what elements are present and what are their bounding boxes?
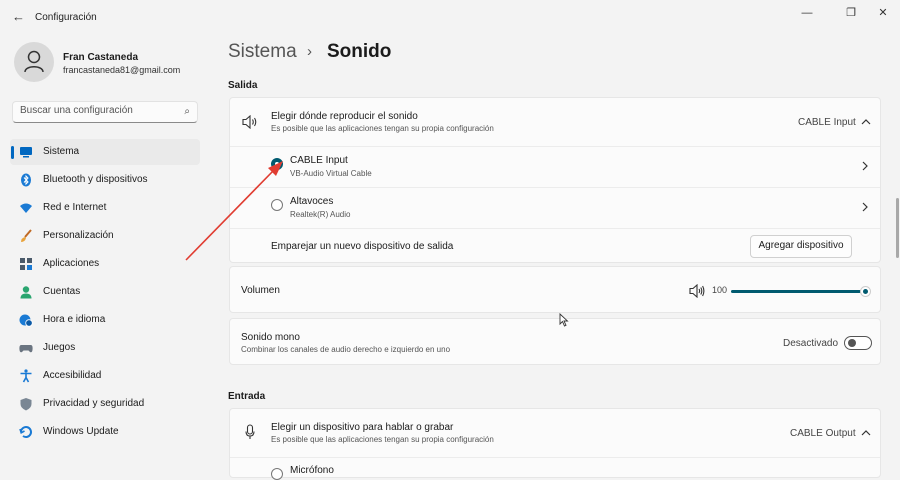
section-label-output: Salida	[228, 80, 258, 91]
device-name: CABLE Input	[290, 155, 348, 166]
person-icon	[24, 50, 44, 73]
slider-track	[731, 290, 861, 293]
add-device-button[interactable]: Agregar dispositivo	[750, 235, 852, 258]
system-icon	[20, 147, 32, 158]
sidebar-item-juegos[interactable]: Juegos	[10, 335, 200, 361]
sidebar-item-label: Juegos	[43, 342, 76, 353]
search-box[interactable]: ⌕	[12, 101, 198, 123]
mouse-cursor-icon	[559, 313, 569, 327]
mono-audio-card: Sonido mono Combinar los canales de audi…	[229, 318, 881, 365]
sidebar-item-windows-update[interactable]: Windows Update	[10, 419, 200, 445]
volume-card: Volumen 100	[229, 266, 881, 313]
choose-input-subtitle: Es posible que las aplicaciones tengan s…	[271, 435, 494, 444]
sidebar-item-label: Aplicaciones	[43, 258, 100, 269]
output-device-altavoces[interactable]: Altavoces Realtek(R) Audio	[230, 188, 880, 228]
device-description: Realtek(R) Audio	[290, 210, 351, 219]
scrollbar-thumb[interactable]	[896, 198, 899, 258]
breadcrumb-separator: ›	[307, 43, 312, 60]
back-arrow-icon[interactable]: ←	[12, 9, 25, 24]
sidebar-item-sistema[interactable]: Sistema	[10, 139, 200, 165]
sidebar-item-hora[interactable]: Hora e idioma	[10, 307, 200, 333]
choose-output-subtitle: Es posible que las aplicaciones tengan s…	[271, 124, 494, 133]
choose-input-title: Elegir un dispositivo para hablar o grab…	[271, 422, 454, 433]
sidebar-item-label: Windows Update	[43, 426, 119, 437]
globe-clock-icon	[19, 314, 33, 327]
sidebar-item-label: Red e Internet	[43, 202, 107, 213]
annotation-arrow-line	[185, 169, 275, 261]
selected-input-value: CABLE Output	[790, 428, 856, 439]
section-label-input: Entrada	[228, 391, 266, 402]
chevron-up-icon[interactable]	[861, 430, 871, 436]
chevron-right-icon[interactable]	[862, 161, 868, 171]
sidebar-item-label: Hora e idioma	[43, 314, 106, 325]
user-name: Fran Castaneda	[63, 52, 139, 63]
sidebar-item-aplicaciones[interactable]: Aplicaciones	[10, 251, 200, 277]
selected-output-value: CABLE Input	[798, 117, 856, 128]
gamepad-icon	[19, 345, 33, 353]
sidebar-item-bluetooth[interactable]: Bluetooth y dispositivos	[10, 167, 200, 193]
sidebar-item-privacidad[interactable]: Privacidad y seguridad	[10, 391, 200, 417]
volume-value: 100	[712, 285, 728, 295]
page-title: Sonido	[327, 41, 392, 62]
sidebar-item-red[interactable]: Red e Internet	[10, 195, 200, 221]
sidebar-item-label: Cuentas	[43, 286, 81, 297]
mono-audio-subtitle: Combinar los canales de audio derecho e …	[241, 345, 451, 354]
sidebar-item-cuentas[interactable]: Cuentas	[10, 279, 200, 305]
minimize-icon[interactable]: —	[797, 5, 817, 21]
brush-icon	[21, 229, 32, 242]
active-indicator	[11, 146, 14, 159]
update-icon	[19, 426, 32, 438]
choose-input-row[interactable]: Elegir un dispositivo para hablar o grab…	[230, 409, 880, 457]
mono-audio-toggle[interactable]	[844, 336, 872, 350]
maximize-icon[interactable]: ❐	[841, 5, 861, 21]
search-icon[interactable]: ⌕	[184, 106, 190, 117]
mono-audio-state: Desactivado	[783, 338, 839, 349]
slider-thumb[interactable]	[860, 286, 871, 297]
user-email: francastaneda81@gmail.com	[63, 65, 181, 75]
sidebar-item-label: Accesibilidad	[43, 370, 102, 381]
microphone-icon	[245, 424, 255, 439]
pair-device-label: Emparejar un nuevo dispositivo de salida	[271, 241, 454, 252]
close-icon[interactable]: ✕	[873, 5, 893, 21]
sidebar-item-label: Bluetooth y dispositivos	[43, 174, 148, 185]
chevron-right-icon[interactable]	[862, 202, 868, 212]
volume-label: Volumen	[241, 285, 280, 296]
breadcrumb-parent[interactable]: Sistema	[228, 41, 297, 63]
sidebar-item-personalizacion[interactable]: Personalización	[10, 223, 200, 249]
speaker-icon	[242, 115, 257, 129]
divider	[230, 228, 880, 229]
choose-output-row[interactable]: Elegir dónde reproducir el sonido Es pos…	[230, 98, 880, 146]
sidebar-item-label: Personalización	[43, 230, 114, 241]
chevron-up-icon[interactable]	[861, 119, 871, 125]
divider	[230, 457, 880, 458]
accessibility-icon	[20, 369, 32, 383]
app-title: Configuración	[35, 12, 97, 23]
output-device-cable-input[interactable]: CABLE Input VB-Audio Virtual Cable	[230, 147, 880, 187]
mono-audio-title: Sonido mono	[241, 332, 300, 343]
apps-icon	[20, 258, 32, 270]
search-input[interactable]	[20, 105, 170, 116]
volume-icon[interactable]	[689, 284, 705, 298]
input-device-card: Elegir un dispositivo para hablar o grab…	[229, 408, 881, 480]
radio-unselected[interactable]	[271, 468, 283, 480]
account-icon	[20, 286, 32, 299]
device-name: Altavoces	[290, 196, 334, 207]
sidebar-item-label: Sistema	[43, 146, 80, 157]
volume-slider[interactable]	[731, 281, 871, 301]
wifi-icon	[20, 203, 32, 213]
choose-output-title: Elegir dónde reproducir el sonido	[271, 111, 418, 122]
avatar[interactable]	[14, 42, 54, 82]
annotation-arrow	[185, 161, 283, 261]
sidebar-item-label: Privacidad y seguridad	[43, 398, 145, 409]
sidebar-item-accesibilidad[interactable]: Accesibilidad	[10, 363, 200, 389]
output-device-card: Elegir dónde reproducir el sonido Es pos…	[229, 97, 881, 263]
device-name: Micrófono	[290, 465, 334, 476]
bluetooth-icon	[21, 173, 31, 187]
device-description: VB-Audio Virtual Cable	[290, 169, 372, 178]
shield-icon	[20, 398, 32, 411]
